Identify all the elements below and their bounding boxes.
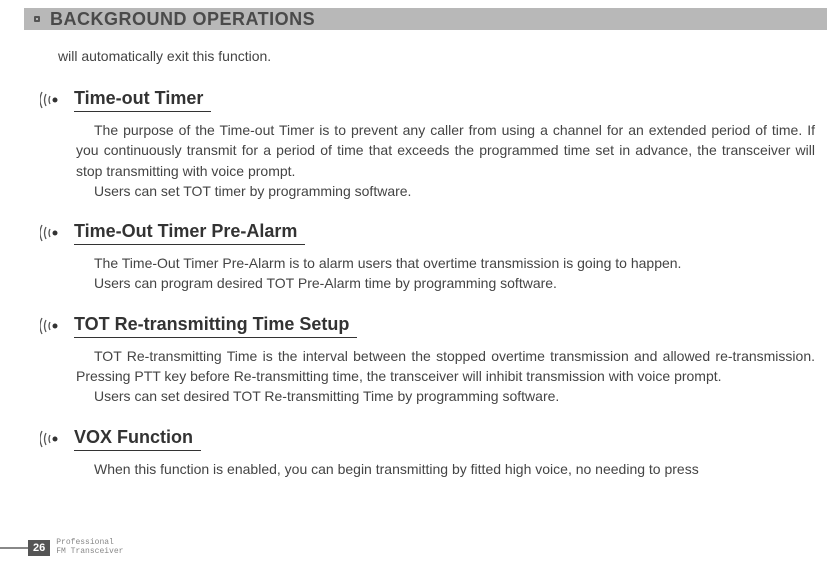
header-bar: BACKGROUND OPERATIONS (24, 8, 827, 30)
section-body: The purpose of the Time-out Timer is to … (76, 120, 815, 201)
radio-wave-icon (40, 429, 66, 449)
section-time-out-timer: Time-out Timer The purpose of the Time-o… (0, 88, 827, 201)
section-heading: TOT Re-transmitting Time Setup (40, 314, 827, 338)
footer-line2: FM Transceiver (56, 548, 123, 557)
section-heading: VOX Function (40, 427, 827, 451)
section-body: When this function is enabled, you can b… (76, 459, 815, 479)
radio-wave-icon (40, 316, 66, 336)
section-body: The Time-Out Timer Pre-Alarm is to alarm… (76, 253, 815, 294)
header-bullet-icon (34, 16, 40, 22)
page-number: 26 (28, 540, 50, 556)
heading-text: Time-out Timer (74, 88, 211, 112)
section-tot-pre-alarm: Time-Out Timer Pre-Alarm The Time-Out Ti… (0, 221, 827, 294)
radio-wave-icon (40, 90, 66, 110)
paragraph: The purpose of the Time-out Timer is to … (76, 120, 815, 181)
footer-line (0, 547, 28, 549)
section-heading: Time-Out Timer Pre-Alarm (40, 221, 827, 245)
section-body: TOT Re-transmitting Time is the interval… (76, 346, 815, 407)
paragraph: When this function is enabled, you can b… (76, 459, 815, 479)
intro-text: will automatically exit this function. (58, 48, 827, 64)
section-vox: VOX Function When this function is enabl… (0, 427, 827, 479)
footer-text: Professional FM Transceiver (56, 539, 123, 557)
paragraph: The Time-Out Timer Pre-Alarm is to alarm… (76, 253, 815, 273)
heading-text: Time-Out Timer Pre-Alarm (74, 221, 305, 245)
section-heading: Time-out Timer (40, 88, 827, 112)
paragraph: Users can program desired TOT Pre-Alarm … (76, 273, 815, 293)
section-tot-retransmit: TOT Re-transmitting Time Setup TOT Re-tr… (0, 314, 827, 407)
heading-text: TOT Re-transmitting Time Setup (74, 314, 357, 338)
paragraph: Users can set desired TOT Re-transmittin… (76, 386, 815, 406)
paragraph: Users can set TOT timer by programming s… (76, 181, 815, 201)
header-title: BACKGROUND OPERATIONS (50, 9, 315, 30)
heading-text: VOX Function (74, 427, 201, 451)
footer: 26 Professional FM Transceiver (0, 539, 123, 557)
paragraph: TOT Re-transmitting Time is the interval… (76, 346, 815, 387)
radio-wave-icon (40, 223, 66, 243)
